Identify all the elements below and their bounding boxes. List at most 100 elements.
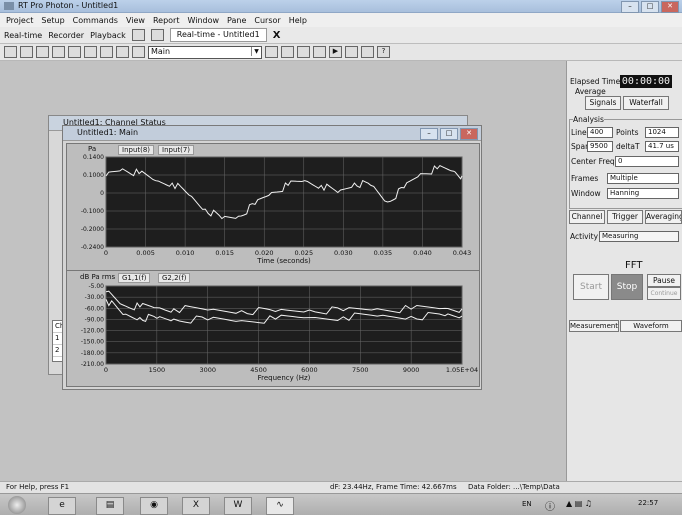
word-icon[interactable]: W — [224, 497, 252, 515]
play-icon[interactable]: ▶ — [329, 46, 342, 58]
export-icon[interactable] — [265, 46, 278, 58]
document-tab[interactable]: Real-time - Untitled1 — [169, 28, 267, 42]
menu-project[interactable]: Project — [6, 16, 33, 25]
fft-x-tick: 3000 — [199, 366, 216, 374]
time-y-tick: -0.2400 — [81, 244, 104, 251]
center-freq-field[interactable]: 0 — [615, 156, 679, 167]
pause-button[interactable]: Pause — [647, 274, 681, 287]
grid-icon[interactable] — [36, 46, 49, 58]
main-window-title: Untitled1: Main — [63, 126, 481, 141]
start-button[interactable]: Start — [573, 274, 609, 300]
close-button[interactable]: ✕ — [661, 1, 679, 13]
menu-view[interactable]: View — [126, 16, 145, 25]
language-indicator[interactable]: EN — [522, 500, 532, 508]
activity-value: Measuring — [599, 231, 679, 242]
time-y-tick: -0.2000 — [81, 226, 104, 233]
menu-window[interactable]: Window — [187, 16, 219, 25]
time-plot-area — [105, 156, 463, 248]
time-y-tick: -0.1000 — [81, 208, 104, 215]
menu-report[interactable]: Report — [153, 16, 180, 25]
menu-cursor[interactable]: Cursor — [254, 16, 280, 25]
points-select[interactable]: 1024 — [645, 127, 679, 138]
spectrum-icon[interactable] — [132, 46, 145, 58]
time-x-tick: 0.020 — [255, 249, 274, 257]
continue-button[interactable]: Continue — [647, 287, 681, 300]
help-tray-icon[interactable]: ⓘ — [545, 498, 555, 513]
tab-averaging[interactable]: Averaging — [645, 210, 682, 224]
save-icon[interactable] — [4, 46, 17, 58]
realtime-button[interactable]: Real-time — [4, 31, 42, 40]
status-bar: For Help, press F1 dF: 23.44Hz, Frame Ti… — [0, 481, 682, 493]
time-x-tick: 0.035 — [374, 249, 393, 257]
chevron-down-icon: ▼ — [251, 46, 261, 56]
zoom-icon[interactable] — [84, 46, 97, 58]
record-icon[interactable] — [345, 46, 358, 58]
main-toolbar: Main ▼ ▶ ? — [0, 44, 682, 61]
activity-label: Activity — [570, 232, 599, 241]
chrome-icon[interactable]: ◉ — [140, 497, 168, 515]
excel-icon[interactable]: X — [182, 497, 210, 515]
lines-select[interactable]: 400 — [587, 127, 613, 138]
measure-icon[interactable] — [52, 46, 65, 58]
tray-icons[interactable]: ▲ ▤ ♫ — [566, 499, 592, 508]
bar-chart-icon[interactable] — [116, 46, 129, 58]
pane-select[interactable]: Main ▼ — [148, 45, 262, 59]
open-icon[interactable] — [131, 29, 145, 41]
fft-y-tick: -60.00 — [85, 305, 105, 312]
wave-icon[interactable] — [68, 46, 81, 58]
settings-icon[interactable] — [150, 29, 164, 41]
fft-y-tick: -210.00 — [81, 361, 104, 368]
clock: 22:57 — [638, 499, 659, 507]
menu-setup[interactable]: Setup — [41, 16, 64, 25]
rtpro-icon[interactable]: ∿ — [266, 497, 294, 515]
main-close-button[interactable]: ✕ — [460, 128, 478, 140]
help-icon[interactable]: ? — [377, 46, 390, 58]
time-y-tick: 0.1400 — [83, 154, 104, 161]
main-minimize-button[interactable]: – — [420, 128, 438, 140]
info-icon[interactable] — [361, 46, 374, 58]
span-select[interactable]: 9500 — [587, 141, 613, 152]
center-freq-label: Center Freq — [571, 157, 615, 166]
playback-button[interactable]: Playback — [90, 31, 126, 40]
taskbar: e ▤ ◉ X W ∿ EN ⓘ ▲ ▤ ♫ 22:57 — [0, 493, 682, 515]
window-select[interactable]: Hanning — [607, 188, 679, 199]
tab-trigger[interactable]: Trigger — [607, 210, 643, 224]
minimize-button[interactable]: – — [621, 1, 639, 13]
mode-toolbar: Real-time Recorder Playback Real-time - … — [0, 27, 682, 44]
time-x-tick: 0.043 — [453, 249, 472, 257]
fft-mode-label: FFT — [625, 260, 643, 271]
tab-waveform-source[interactable]: Waveform Source — [620, 320, 682, 332]
frames-select[interactable]: Multiple — [607, 173, 679, 184]
chart-icon[interactable] — [100, 46, 113, 58]
fft-y-tick: -180.00 — [81, 350, 104, 357]
deltat-label: deltaT — [616, 142, 640, 151]
waterfall-button[interactable]: Waterfall — [623, 96, 669, 110]
time-plot[interactable]: 0 0.005 0.010 0.015 0.020 0.025 0.030 0.035 0.04… — [66, 143, 478, 269]
average-label: Average — [575, 87, 606, 96]
browser-icon[interactable]: e — [48, 497, 76, 515]
maximize-button[interactable]: □ — [641, 1, 659, 13]
fft-y-tick: -150.00 — [81, 339, 104, 346]
signals-button[interactable]: Signals — [585, 96, 621, 110]
start-orb-icon[interactable] — [8, 496, 26, 514]
stop-button[interactable]: Stop — [611, 274, 643, 300]
tab-measurement[interactable]: Measurement — [569, 320, 619, 332]
fft-x-tick: 7500 — [352, 366, 369, 374]
tab-channel[interactable]: Channel — [569, 210, 605, 224]
analysis-label: Analysis — [573, 115, 604, 124]
menu-pane[interactable]: Pane — [227, 16, 246, 25]
folder-icon[interactable]: ▤ — [96, 497, 124, 515]
fft-y-tick: -90.00 — [85, 316, 105, 323]
recorder-button[interactable]: Recorder — [48, 31, 84, 40]
pdf-icon[interactable] — [313, 46, 326, 58]
main-maximize-button[interactable]: □ — [440, 128, 458, 140]
deltat-field[interactable]: 41.7 us — [645, 141, 679, 152]
menu-help[interactable]: Help — [289, 16, 307, 25]
menu-commands[interactable]: Commands — [73, 16, 118, 25]
layout-icon[interactable] — [20, 46, 33, 58]
fft-x-tick: 0 — [104, 366, 108, 374]
copy-icon[interactable] — [297, 46, 310, 58]
fft-plot[interactable]: 0 1500 3000 4500 6000 7500 9000 1.05E+04 -5.00 -3… — [66, 270, 478, 385]
close-tab-icon[interactable]: X — [273, 30, 281, 41]
print-icon[interactable] — [281, 46, 294, 58]
